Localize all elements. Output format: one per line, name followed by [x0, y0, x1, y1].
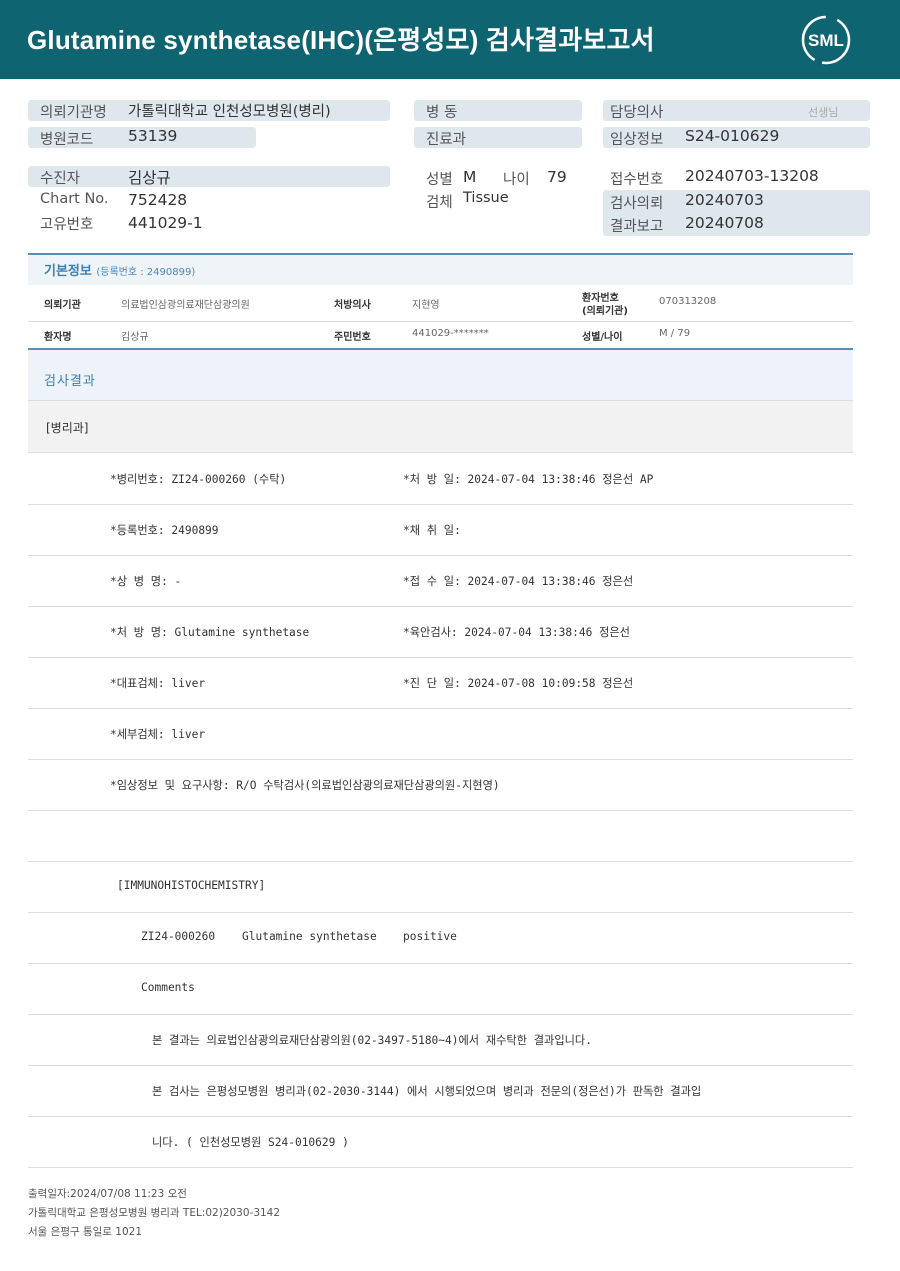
sex-value: M [463, 168, 477, 186]
result-right: *접 수 일: 2024-07-04 13:38:46 정은선 [403, 575, 634, 588]
dept-label: [병리과] [46, 421, 89, 435]
result-title-bar: 검사결과 [28, 348, 853, 402]
ihc-test: Glutamine synthetase [242, 930, 377, 943]
hosp-code-label: 병원코드 [40, 132, 94, 148]
presc-value: 지현영 [412, 300, 440, 311]
ihc-result: positive [403, 930, 457, 943]
pt-no-value: 070313208 [659, 296, 717, 307]
dept-row: [병리과] [28, 400, 853, 453]
name-value: 김상규 [121, 332, 149, 343]
footer-address: 서울 은평구 통일로 1021 [28, 1226, 143, 1238]
sex-label: 성별 [426, 172, 453, 188]
unique-label: 고유번호 [40, 217, 94, 233]
footer-printed: 출력일자:2024/07/08 11:23 오전 [28, 1188, 187, 1200]
req-inst-label: 의뢰기관명 [40, 105, 107, 121]
sml-logo: SML [801, 15, 851, 65]
chart-value: 752428 [128, 191, 188, 209]
name-label: 환자명 [44, 332, 72, 343]
result-left: *세부검체: liver [110, 728, 206, 741]
hosp-code-value: 53139 [128, 127, 178, 145]
sexage-label: 성별/나이 [582, 332, 623, 343]
inst-label: 의뢰기관 [44, 300, 81, 311]
comments-label: Comments [141, 981, 195, 994]
receipt-value: 20240703-13208 [685, 167, 819, 185]
req-inst-value: 가톨릭대학교 인천성모병원(병리) [128, 104, 331, 120]
report-title: Glutamine synthetase(IHC)(은평성모) 검사결과보고서 [27, 25, 655, 55]
ihc-id: ZI24-000260 [141, 930, 216, 943]
result-left: *대표검체: liver [110, 677, 206, 690]
rrn-value: 441029-******* [412, 328, 489, 339]
result-row: *세부검체: liver [28, 708, 853, 760]
report-header: Glutamine synthetase(IHC)(은평성모) 검사결과보고서 … [0, 0, 900, 79]
result-row: *임상정보 및 요구사항: R/O 수탁검사(의료법인삼광의료재단삼광의원-지현… [28, 759, 853, 811]
result-right: *육안검사: 2024-07-04 13:38:46 정은선 [403, 626, 630, 639]
age-label: 나이 [503, 172, 530, 188]
ward-label: 병 동 [426, 105, 458, 121]
result-row: *등록번호: 2490899 *채 취 일: [28, 504, 853, 556]
result-row: *병리번호: ZI24-000260 (수탁) *처 방 일: 2024-07-… [28, 452, 853, 505]
clinical-value: S24-010629 [685, 127, 780, 145]
comments-row: Comments [28, 963, 853, 1015]
ihc-header: [IMMUNOHISTOCHEMISTRY] [117, 879, 266, 892]
logo-text: SML [808, 31, 844, 50]
footer-hospital: 가톨릭대학교 은평성모병원 병리과 TEL:02)2030-3142 [28, 1207, 281, 1219]
basic-row-divider [28, 321, 853, 322]
comment-row: 본 결과는 의료법인삼광의료재단삼광의원(02-3497-5180~4)에서 재… [28, 1014, 853, 1066]
basic-info-title: 기본정보 (등록번호 : 2490899) [44, 260, 195, 279]
doctor-suffix: 선생님 [808, 106, 839, 119]
result-left: *처 방 명: Glutamine synthetase [110, 626, 310, 639]
result-row: *처 방 명: Glutamine synthetase *육안검사: 2024… [28, 606, 853, 658]
comment-text: 본 검사는 은평성모병원 병리과(02-2030-3144) 에서 시행되었으며… [152, 1085, 702, 1098]
result-left: *등록번호: 2490899 [110, 524, 219, 537]
unique-value: 441029-1 [128, 214, 203, 232]
patient-bar [28, 166, 390, 187]
dept-label: 진료과 [426, 132, 467, 148]
result-title: 검사결과 [44, 374, 96, 389]
doctor-label: 담당의사 [610, 105, 664, 121]
comment-text: 니다. ( 인천성모병원 S24-010629 ) [152, 1136, 349, 1149]
pt-no-label-2: (의뢰기관) [582, 306, 628, 317]
comment-row: 니다. ( 인천성모병원 S24-010629 ) [28, 1116, 853, 1168]
inst-value: 의료법인삼광의료재단삼광의원 [121, 300, 250, 311]
result-left: *상 병 명: - [110, 575, 182, 588]
blank-row [28, 810, 853, 862]
sexage-value: M / 79 [659, 328, 691, 339]
result-row: *상 병 명: - *접 수 일: 2024-07-04 13:38:46 정은… [28, 555, 853, 607]
basic-info-subtitle: (등록번호 : 2490899) [96, 267, 196, 278]
report-label: 결과보고 [610, 219, 664, 235]
result-left: *임상정보 및 요구사항: R/O 수탁검사(의료법인삼광의료재단삼광의원-지현… [110, 779, 500, 792]
chart-label: Chart No. [40, 191, 109, 207]
presc-label: 처방의사 [334, 300, 371, 311]
age-value: 79 [547, 168, 567, 186]
comment-text: 본 결과는 의료법인삼광의료재단삼광의원(02-3497-5180~4)에서 재… [152, 1034, 592, 1047]
ihc-result-row: ZI24-000260 Glutamine synthetase positiv… [28, 912, 853, 964]
ihc-header-row: [IMMUNOHISTOCHEMISTRY] [28, 861, 853, 913]
specimen-value: Tissue [463, 190, 509, 206]
basic-info-title-text: 기본정보 [44, 264, 92, 279]
rrn-label: 주민번호 [334, 332, 371, 343]
patient-value: 김상규 [128, 169, 171, 187]
result-right: *채 취 일: [403, 524, 461, 537]
comment-row: 본 검사는 은평성모병원 병리과(02-2030-3144) 에서 시행되었으며… [28, 1065, 853, 1117]
result-row: *대표검체: liver *진 단 일: 2024-07-08 10:09:58… [28, 657, 853, 709]
result-left: *병리번호: ZI24-000260 (수탁) [110, 473, 287, 486]
result-right: *처 방 일: 2024-07-04 13:38:46 정은선 AP [403, 473, 654, 486]
result-right: *진 단 일: 2024-07-08 10:09:58 정은선 [403, 677, 634, 690]
request-label: 검사의뢰 [610, 196, 664, 212]
patient-label: 수진자 [40, 171, 81, 187]
specimen-label: 검체 [426, 195, 453, 211]
report-value: 20240708 [685, 214, 764, 232]
request-value: 20240703 [685, 191, 764, 209]
receipt-label: 접수번호 [610, 172, 664, 188]
clinical-label: 임상정보 [610, 132, 664, 148]
